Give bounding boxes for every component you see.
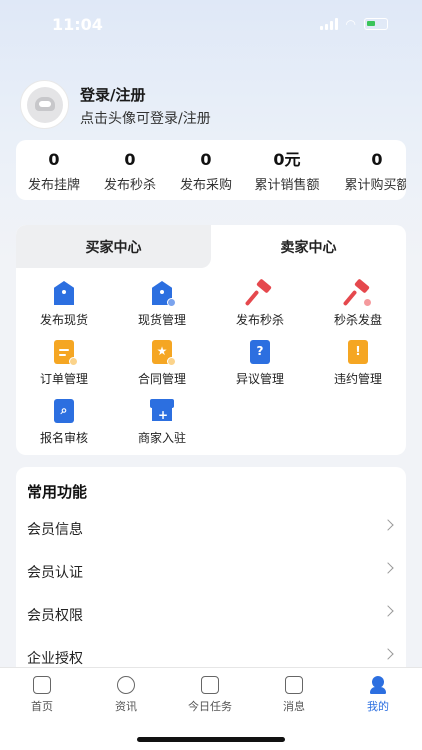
- grid-item-publish-stock[interactable]: 发布现货: [19, 281, 109, 328]
- stats-card: 0 发布挂牌 0 发布秒杀 0 发布采购 0元 累计销售额 0 累计购买额: [16, 140, 406, 200]
- grid-item-label: 秒杀发盘: [333, 313, 382, 327]
- contract-doc-icon: ★: [150, 340, 176, 366]
- tag-settings-icon: [150, 281, 176, 307]
- shop-icon: +: [150, 399, 174, 423]
- signal-icon: [319, 18, 338, 30]
- hammer-badge-icon: [342, 278, 372, 307]
- stat-label: 累计购买额: [344, 178, 406, 193]
- grid-item-label: 发布秒杀: [235, 313, 284, 327]
- grid-item-label: 违约管理: [333, 372, 382, 386]
- message-icon: [285, 676, 303, 694]
- stat-value: 0: [371, 150, 383, 169]
- stat-listings[interactable]: 0 发布挂牌: [26, 150, 82, 193]
- tab-label: 资讯: [115, 700, 137, 713]
- stat-flash-sales[interactable]: 0 发布秒杀: [102, 150, 158, 193]
- stat-total-purchases[interactable]: 0 累计购买额: [342, 150, 406, 193]
- hammer-icon: [244, 278, 272, 307]
- tab-label: 消息: [283, 700, 305, 713]
- tab-home[interactable]: 首页: [12, 676, 72, 714]
- home-indicator[interactable]: [137, 737, 285, 742]
- grid-item-default-management[interactable]: ! 违约管理: [313, 340, 403, 387]
- status-icons: ◠: [319, 17, 388, 31]
- chevron-right-icon: [382, 605, 394, 617]
- stat-value: 0: [48, 150, 60, 169]
- menu-row-member-verification[interactable]: 会员认证: [16, 550, 406, 593]
- menu-row-member-permissions[interactable]: 会员权限: [16, 593, 406, 636]
- grid-item-stock-management[interactable]: 现货管理: [117, 281, 207, 328]
- grid-item-contract-management[interactable]: ★ 合同管理: [117, 340, 207, 387]
- tab-seller-center[interactable]: 卖家中心: [211, 225, 406, 268]
- menu-row-label: 会员权限: [27, 608, 83, 624]
- grid-item-label: 现货管理: [137, 313, 186, 327]
- stat-label: 发布秒杀: [103, 178, 156, 193]
- default-avatar-icon: [26, 86, 63, 123]
- stat-label: 发布采购: [179, 178, 232, 193]
- tab-label: 首页: [31, 700, 53, 713]
- profile-hint: 点击头像可登录/注册: [80, 111, 211, 127]
- tab-messages[interactable]: 消息: [264, 676, 324, 714]
- tab-buyer-center[interactable]: 买家中心: [16, 225, 211, 268]
- stat-value: 0: [124, 150, 136, 169]
- home-icon: [33, 676, 51, 694]
- tab-today-tasks[interactable]: 今日任务: [180, 676, 240, 714]
- tab-label: 我的: [367, 700, 389, 713]
- login-register-link[interactable]: 登录/注册: [80, 84, 145, 105]
- menu-row-member-info[interactable]: 会员信息: [16, 507, 406, 550]
- menu-row-label: 会员信息: [27, 522, 83, 538]
- order-doc-icon: [52, 340, 78, 366]
- search-doc-icon: ⌕: [52, 399, 76, 423]
- stat-total-sales[interactable]: 0元 累计销售额: [252, 150, 322, 193]
- grid-item-registration-review[interactable]: ⌕ 报名审核: [19, 399, 109, 446]
- stat-value: 0元: [273, 150, 301, 169]
- grid-item-publish-flash-sale[interactable]: 发布秒杀: [215, 278, 305, 328]
- profile-section: 登录/注册 点击头像可登录/注册: [20, 80, 400, 130]
- common-functions-title: 常用功能: [27, 483, 88, 501]
- grid-item-label: 商家入驻: [137, 431, 186, 445]
- grid-item-label: 订单管理: [39, 372, 88, 386]
- menu-row-label: 会员认证: [27, 565, 83, 581]
- tag-icon: [52, 281, 76, 305]
- stat-value: 0: [200, 150, 212, 169]
- warning-doc-icon: !: [346, 340, 370, 364]
- chevron-right-icon: [382, 519, 394, 531]
- menu-row-label: 企业授权: [27, 651, 83, 667]
- center-card: 买家中心 卖家中心 发布现货 现货管理 发布秒杀 秒杀发盘 订单管理 ★ 合同管…: [16, 225, 406, 455]
- grid-item-merchant-onboarding[interactable]: + 商家入驻: [117, 399, 207, 446]
- grid-item-label: 异议管理: [235, 372, 284, 386]
- news-icon: [117, 676, 135, 694]
- calendar-icon: [201, 676, 219, 694]
- chevron-right-icon: [382, 562, 394, 574]
- grid-item-order-management[interactable]: 订单管理: [19, 340, 109, 387]
- center-tabs: 买家中心 卖家中心: [16, 225, 406, 268]
- avatar[interactable]: [20, 80, 69, 129]
- battery-icon: [364, 18, 388, 30]
- status-time: 11:04: [52, 15, 103, 34]
- tab-mine[interactable]: 我的: [348, 676, 408, 714]
- grid-item-flash-sale-offer[interactable]: 秒杀发盘: [313, 278, 403, 328]
- tab-news[interactable]: 资讯: [96, 676, 156, 714]
- grid-item-objection-management[interactable]: ? 异议管理: [215, 340, 305, 387]
- question-doc-icon: ?: [248, 340, 272, 364]
- tab-label: 今日任务: [188, 700, 232, 713]
- grid-item-label: 报名审核: [39, 431, 88, 445]
- stat-purchases[interactable]: 0 发布采购: [178, 150, 234, 193]
- grid-item-label: 发布现货: [39, 313, 88, 327]
- user-icon: [369, 676, 387, 694]
- grid-item-label: 合同管理: [137, 372, 186, 386]
- stat-label: 发布挂牌: [27, 178, 80, 193]
- chevron-right-icon: [382, 648, 394, 660]
- stat-label: 累计销售额: [254, 178, 320, 193]
- common-functions-card: 常用功能 会员信息 会员认证 会员权限 企业授权: [16, 467, 406, 677]
- wifi-icon: ◠: [345, 17, 356, 31]
- status-bar: 11:04 ◠: [0, 0, 422, 50]
